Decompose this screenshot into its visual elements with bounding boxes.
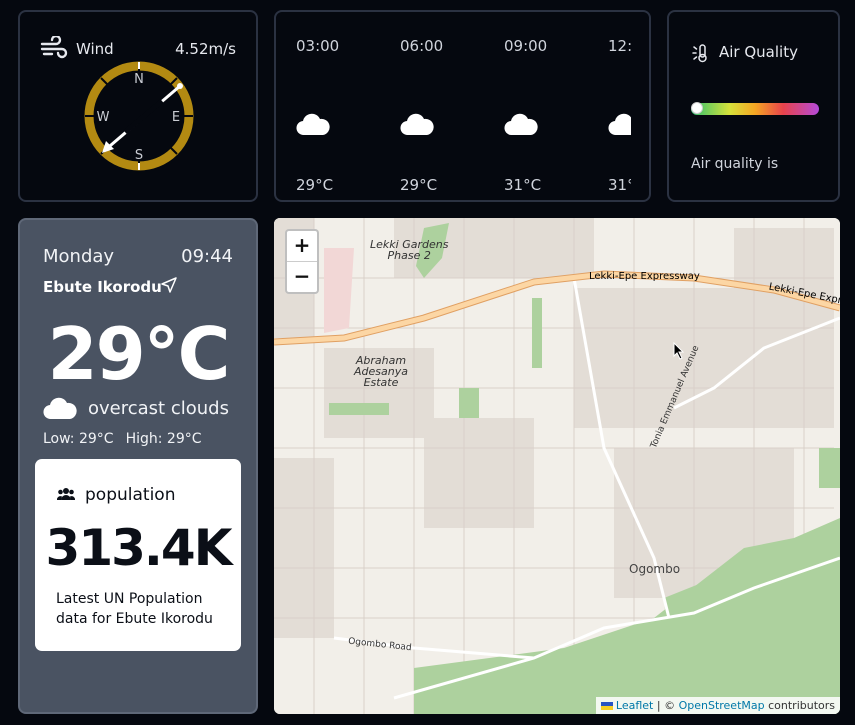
population-value: 313.4K xyxy=(45,519,233,577)
zoom-out-button[interactable]: − xyxy=(287,261,317,292)
forecast-temp: 29°C xyxy=(400,176,438,194)
forecast-temp: 31°C xyxy=(608,176,631,194)
weather-description: overcast clouds xyxy=(88,398,229,419)
forecast-time: 03:00 xyxy=(296,37,340,55)
cloud-icon xyxy=(400,113,434,136)
map-attribution: Leaflet | © OpenStreetMap contributors xyxy=(595,697,840,714)
zoom-in-button[interactable]: + xyxy=(287,231,317,261)
attribution-separator: | © xyxy=(653,699,679,712)
compass-w: W xyxy=(97,110,110,125)
osm-link[interactable]: OpenStreetMap xyxy=(679,699,765,712)
map-view[interactable]: Lekki Gardens Phase 2 Lekki-Epe Expresswa… xyxy=(274,218,840,714)
forecast-item: 12:00 31°C xyxy=(608,34,631,194)
leaflet-link[interactable]: Leaflet xyxy=(616,699,653,712)
wind-label: Wind xyxy=(76,40,114,58)
forecast-card: 03:00 29°C 06:00 29°C 09:00 31°C 12:00 3… xyxy=(274,10,651,202)
current-day: Monday xyxy=(43,246,115,267)
forecast-temp: 31°C xyxy=(504,176,542,194)
air-quality-title: Air Quality xyxy=(719,43,798,61)
population-description: Latest UN Population data for Ebute Ikor… xyxy=(56,591,213,627)
current-time: 09:44 xyxy=(181,246,233,267)
current-weather-card: Monday 09:44 Ebute Ikorodu 29°C overcast… xyxy=(18,218,258,714)
location-arrow-icon[interactable] xyxy=(160,276,178,294)
wind-speed: 4.52m/s xyxy=(175,40,236,58)
forecast-temp: 29°C xyxy=(296,176,334,194)
forecast-time: 06:00 xyxy=(400,37,444,55)
mouse-cursor-icon xyxy=(673,342,685,360)
low-temp: Low: 29°C xyxy=(43,431,114,447)
compass-n: N xyxy=(134,72,144,87)
people-icon xyxy=(57,488,75,500)
wind-compass: N E S W xyxy=(84,61,194,171)
wind-direction-arrow xyxy=(102,83,183,153)
wind-header: Wind 4.52m/s xyxy=(40,36,236,60)
cloud-icon xyxy=(296,113,330,136)
cloud-icon xyxy=(608,113,631,136)
air-quality-indicator xyxy=(691,102,703,114)
map-zoom-control: + − xyxy=(285,229,319,294)
compass-e: E xyxy=(172,110,180,125)
cloud-icon xyxy=(504,113,538,136)
compass-s: S xyxy=(135,148,143,163)
forecast-item: 06:00 29°C xyxy=(400,34,480,194)
air-quality-card: Air Quality Air quality is xyxy=(667,10,840,202)
forecast-time: 12:00 xyxy=(608,37,631,55)
map-label-abraham-estate: Abraham Adesanya Estate xyxy=(354,354,408,389)
forecast-scroll[interactable]: 03:00 29°C 06:00 29°C 09:00 31°C 12:00 3… xyxy=(276,12,631,200)
low-high-temps: Low: 29°C High: 29°C xyxy=(43,431,214,447)
cloud-icon xyxy=(43,397,77,420)
population-label: population xyxy=(85,485,176,505)
population-card: population 313.4K Latest UN Population d… xyxy=(35,459,241,651)
high-temp: High: 29°C xyxy=(125,431,202,447)
wind-icon xyxy=(40,36,68,59)
wind-card: Wind 4.52m/s N E S W xyxy=(18,10,258,202)
map-label-expressway: Lekki-Epe Expressway xyxy=(589,271,700,282)
city-name: Ebute Ikorodu xyxy=(43,278,162,296)
map-label-lekki-gardens: Lekki Gardens Phase 2 xyxy=(370,238,449,262)
attribution-contributors: contributors xyxy=(764,699,835,712)
forecast-time: 09:00 xyxy=(504,37,548,55)
ukraine-flag-icon xyxy=(600,702,613,710)
air-quality-text: Air quality is xyxy=(691,156,779,172)
air-quality-scale xyxy=(691,102,819,115)
current-temperature: 29°C xyxy=(47,312,230,396)
air-quality-icon xyxy=(692,44,707,63)
forecast-item: 09:00 31°C xyxy=(504,34,584,194)
map-label-ogombo: Ogombo xyxy=(629,562,681,576)
forecast-item: 03:00 29°C xyxy=(296,34,376,194)
